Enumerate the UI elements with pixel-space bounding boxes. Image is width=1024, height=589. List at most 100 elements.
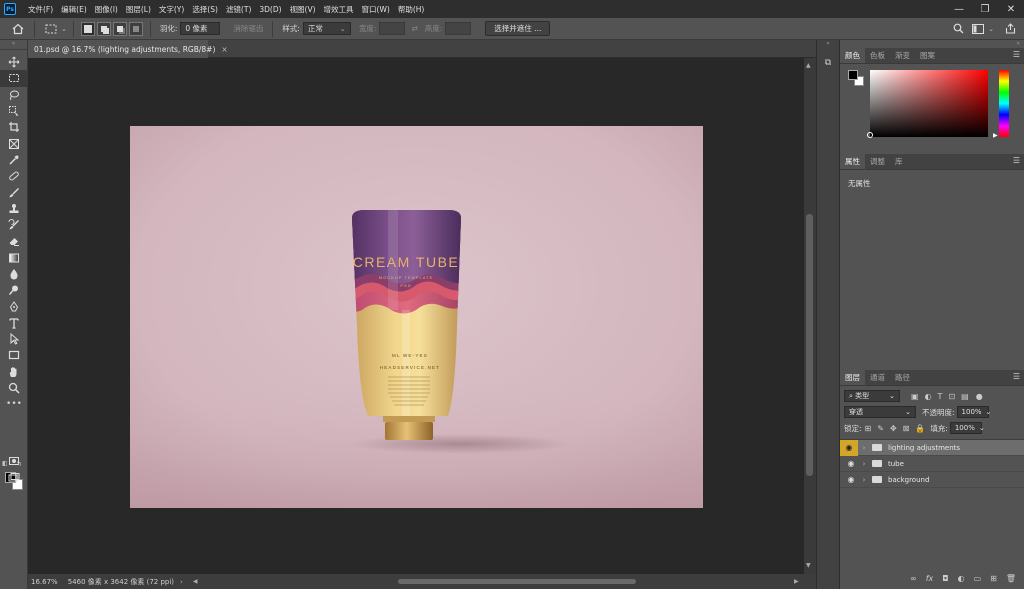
rectangle-tool-icon[interactable] [0, 347, 28, 363]
eye-icon[interactable]: ◉ [844, 475, 858, 484]
brush-tool-icon[interactable] [0, 184, 28, 200]
document-canvas[interactable]: CREAM TUBE MOCKUP TEMPLATE PSD ML WE-YES… [130, 126, 703, 508]
add-selection-icon[interactable] [96, 21, 111, 36]
subtract-selection-icon[interactable] [112, 21, 127, 36]
crop-tool-icon[interactable] [0, 119, 28, 135]
menu-layer[interactable]: 图层(L) [122, 4, 155, 15]
menu-filter[interactable]: 滤镜(T) [222, 4, 255, 15]
antialias-checkbox[interactable]: 消除锯齿 [233, 23, 263, 34]
tab-color[interactable]: 颜色 [840, 47, 865, 63]
tab-layers[interactable]: 图层 [840, 369, 865, 385]
link-layers-icon[interactable]: ∞ [910, 574, 917, 583]
opacity-input[interactable]: 100% ⌄ [956, 406, 991, 418]
more-tools-icon[interactable]: ••• [0, 396, 28, 412]
history-panel-icon[interactable]: ⧉ [817, 58, 839, 68]
panel-expand-icon[interactable]: « [817, 40, 839, 50]
maximize-button[interactable]: ❐ [972, 0, 998, 18]
chevron-right-icon[interactable]: › [858, 444, 870, 452]
blend-mode-select[interactable]: 穿透 ⌄ [844, 406, 916, 418]
lock-transparent-icon[interactable]: ⊞ [865, 424, 872, 433]
clone-stamp-tool-icon[interactable] [0, 201, 28, 217]
zoom-level[interactable]: 16.67% [31, 578, 58, 586]
chevron-right-icon[interactable]: › [858, 476, 870, 484]
new-adjustment-layer-icon[interactable]: ◐ [958, 574, 965, 583]
fx-icon[interactable]: fx [926, 574, 934, 583]
height-input[interactable] [445, 22, 472, 35]
menu-view[interactable]: 视图(V) [286, 4, 320, 15]
lock-image-icon[interactable]: ✎ [877, 424, 884, 433]
blur-tool-icon[interactable] [0, 266, 28, 282]
scroll-right-icon[interactable]: ▶ [794, 578, 799, 585]
chevron-right-icon[interactable]: › [858, 460, 870, 468]
move-tool-icon[interactable] [0, 54, 28, 70]
scroll-down-icon[interactable]: ▼ [806, 562, 811, 569]
frame-tool-icon[interactable] [0, 135, 28, 151]
hue-slider[interactable] [999, 70, 1009, 137]
type-tool-icon[interactable] [0, 315, 28, 331]
menu-3d[interactable]: 3D(D) [255, 5, 285, 14]
new-layer-icon[interactable]: ⊞ [990, 574, 997, 583]
search-icon[interactable] [950, 21, 966, 37]
vertical-scrollbar[interactable]: ▲ ▼ [804, 58, 816, 574]
scroll-up-icon[interactable]: ▲ [806, 62, 811, 69]
color-swatch-fg-bg[interactable] [848, 70, 866, 88]
menu-image[interactable]: 图像(I) [91, 4, 122, 15]
menu-help[interactable]: 帮助(H) [394, 4, 429, 15]
panel-menu-icon[interactable]: ☰ [1013, 372, 1020, 381]
layer-filter-select[interactable]: ⌕ 类型 ⌄ [844, 390, 900, 402]
close-window-button[interactable]: ✕ [998, 0, 1024, 18]
delete-layer-icon[interactable]: 🗑 [1006, 574, 1016, 583]
layer-row[interactable]: ◉ › lighting adjustments [840, 439, 1024, 456]
pen-tool-icon[interactable] [0, 298, 28, 314]
tab-libraries[interactable]: 库 [890, 153, 908, 169]
hue-slider-handle-icon[interactable]: ▶ [993, 132, 998, 139]
tab-adjustments[interactable]: 调整 [865, 153, 890, 169]
eraser-tool-icon[interactable] [0, 233, 28, 249]
filter-toggle-icon[interactable]: ● [976, 392, 983, 401]
eye-icon[interactable]: ◉ [844, 459, 858, 468]
tab-patterns[interactable]: 图案 [915, 47, 940, 63]
new-group-icon[interactable]: ▭ [974, 574, 982, 583]
new-selection-icon[interactable] [80, 21, 95, 36]
filter-pixel-icon[interactable]: ▣ [911, 392, 919, 401]
menu-window[interactable]: 窗口(W) [358, 4, 394, 15]
marquee-preset-icon[interactable] [43, 21, 59, 37]
zoom-tool-icon[interactable] [0, 380, 28, 396]
tab-channels[interactable]: 通道 [865, 369, 890, 385]
history-brush-tool-icon[interactable] [0, 217, 28, 233]
chevron-right-icon[interactable]: › [180, 578, 183, 586]
gradient-tool-icon[interactable] [0, 250, 28, 266]
menu-edit[interactable]: 编辑(E) [57, 4, 91, 15]
eyedropper-tool-icon[interactable] [0, 152, 28, 168]
share-icon[interactable] [1002, 21, 1018, 37]
quick-mask-icon[interactable] [0, 453, 28, 469]
fill-input[interactable]: 100% ⌄ [949, 422, 985, 434]
menu-file[interactable]: 文件(F) [24, 4, 57, 15]
panel-menu-icon[interactable]: ☰ [1013, 50, 1020, 59]
dodge-tool-icon[interactable] [0, 282, 28, 298]
close-tab-icon[interactable]: × [221, 45, 227, 54]
feather-input[interactable]: 0 像素 [180, 22, 221, 35]
panel-menu-icon[interactable]: ☰ [1013, 156, 1020, 165]
tab-properties[interactable]: 属性 [840, 153, 865, 169]
hand-tool-icon[interactable] [0, 364, 28, 380]
add-mask-icon[interactable]: ◘ [942, 574, 948, 583]
menu-select[interactable]: 选择(S) [188, 4, 222, 15]
lock-position-icon[interactable]: ✥ [890, 424, 897, 433]
tab-gradients[interactable]: 渐变 [890, 47, 915, 63]
rectangular-marquee-tool-icon[interactable] [0, 70, 28, 87]
width-input[interactable] [379, 22, 406, 35]
menu-plugins[interactable]: 增效工具 [320, 4, 358, 15]
style-select[interactable]: 正常 ⌄ [302, 22, 351, 35]
minimize-button[interactable]: — [946, 0, 972, 18]
filter-smartobject-icon[interactable]: ▤ [961, 392, 969, 401]
lasso-tool-icon[interactable] [0, 87, 28, 103]
color-picker-field[interactable] [867, 70, 988, 138]
layer-row[interactable]: ◉ › background [840, 472, 1024, 488]
home-icon[interactable] [10, 21, 26, 37]
intersect-selection-icon[interactable] [128, 21, 143, 36]
horizontal-scrollbar-thumb[interactable] [398, 579, 636, 584]
scroll-left-icon[interactable]: ◀ [193, 578, 198, 585]
lock-artboard-icon[interactable]: ⊠ [903, 424, 910, 433]
menu-type[interactable]: 文字(Y) [155, 4, 188, 15]
